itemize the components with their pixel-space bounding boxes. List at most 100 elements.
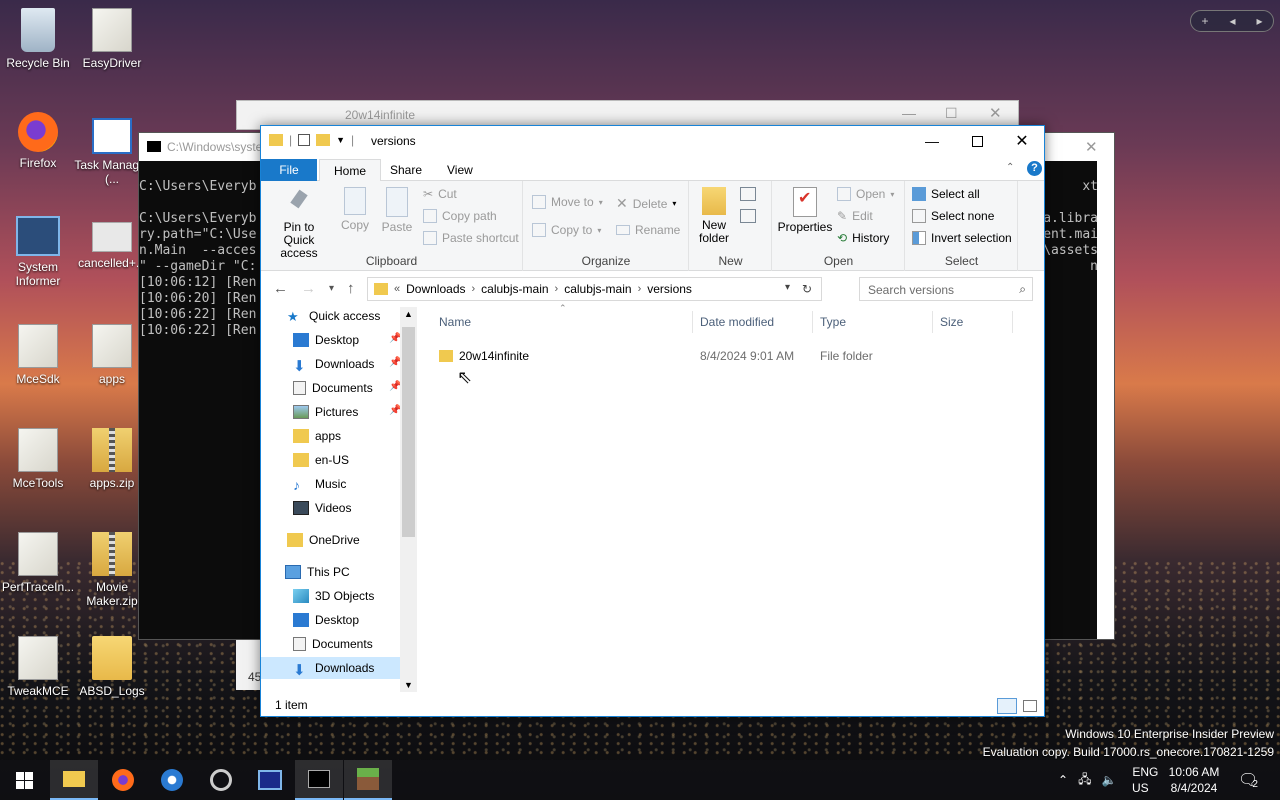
nav-documents[interactable]: Documents: [293, 377, 373, 399]
tab-share[interactable]: Share: [376, 159, 436, 181]
paste-shortcut-button[interactable]: Paste shortcut: [423, 231, 519, 245]
desktop-icon-recycle-bin[interactable]: Recycle Bin: [0, 8, 76, 70]
pin-quick-access-button[interactable]: Pin to Quick access: [267, 187, 331, 260]
chevron-right-icon[interactable]: ›: [555, 283, 559, 295]
close-button[interactable]: ✕: [999, 126, 1045, 156]
column-header-name[interactable]: Name: [439, 315, 471, 329]
breadcrumb-calubjs-main[interactable]: calubjs-main: [481, 282, 548, 296]
chevron-right-icon[interactable]: ›: [638, 283, 642, 295]
column-header-date[interactable]: Date modified: [700, 315, 774, 329]
copy-button[interactable]: Copy: [337, 187, 373, 232]
nav-en-us[interactable]: en-US: [293, 449, 349, 471]
properties-button[interactable]: ✔ Properties: [777, 187, 833, 234]
address-bar[interactable]: « Downloads › calubjs-main › calubjs-mai…: [367, 277, 822, 301]
chevron-down-icon[interactable]: ▼: [336, 135, 345, 145]
up-arrow-icon[interactable]: ↑: [347, 280, 355, 297]
forward-arrow-icon[interactable]: →: [301, 280, 316, 297]
minimize-icon[interactable]: —: [902, 105, 916, 121]
nav-documents-pc[interactable]: Documents: [293, 633, 373, 655]
language-indicator[interactable]: ENG US: [1132, 760, 1159, 800]
network-icon[interactable]: 🖧: [1078, 770, 1091, 791]
nav-downloads[interactable]: ⬇ Downloads: [293, 353, 374, 375]
new-folder-button[interactable]: New folder: [694, 187, 734, 245]
tab-home[interactable]: Home: [319, 159, 382, 182]
select-all-button[interactable]: Select all: [912, 187, 980, 201]
copy-to-button[interactable]: Copy to ▾: [532, 223, 601, 237]
column-header-size[interactable]: Size: [940, 315, 963, 329]
scrollbar-thumb[interactable]: [402, 327, 415, 537]
scroll-up-icon[interactable]: ▲: [404, 309, 413, 319]
chevron-up-icon[interactable]: ⌃: [1058, 773, 1068, 787]
open-button[interactable]: Open ▾: [837, 187, 894, 201]
column-divider[interactable]: [812, 311, 813, 333]
minimize-button[interactable]: —: [909, 126, 955, 156]
prev-desktop-icon[interactable]: ◂: [1229, 14, 1235, 28]
column-divider[interactable]: [1012, 311, 1013, 333]
desktop-icon-mcetools[interactable]: MceTools: [0, 428, 76, 490]
recent-locations-icon[interactable]: ▾: [329, 283, 334, 294]
file-explorer-window[interactable]: | ▼ | versions — ✕ File Home Share View …: [260, 125, 1045, 717]
desktop-icon-firefox[interactable]: Firefox: [0, 112, 76, 170]
tab-file[interactable]: File: [261, 159, 317, 181]
help-icon[interactable]: ?: [1027, 161, 1042, 176]
move-to-button[interactable]: Move to ▾: [532, 195, 603, 209]
chevron-down-icon[interactable]: ▾: [785, 282, 790, 293]
close-icon[interactable]: ✕: [1085, 138, 1098, 156]
new-item-icon[interactable]: [740, 187, 756, 201]
maximize-button[interactable]: [954, 126, 1000, 156]
delete-button[interactable]: ✕ Delete ▾: [616, 195, 676, 212]
next-desktop-icon[interactable]: ▸: [1256, 14, 1262, 28]
desktop-icon-absd-logs[interactable]: ABSD_Logs: [74, 636, 150, 698]
table-row[interactable]: 20w14infinite 8/4/2024 9:01 AM File fold…: [439, 345, 940, 367]
copy-path-button[interactable]: Copy path: [423, 209, 497, 223]
nav-desktop-pc[interactable]: Desktop: [293, 609, 359, 631]
history-button[interactable]: ⟲ History: [837, 231, 889, 245]
refresh-icon[interactable]: ↻: [802, 282, 812, 296]
desktop-icon-system-informer[interactable]: System Informer: [0, 216, 76, 288]
taskbar-minecraft[interactable]: [344, 760, 392, 800]
chevron-right-icon[interactable]: ›: [472, 283, 476, 295]
large-icons-view-icon[interactable]: [1023, 700, 1037, 712]
maximize-icon[interactable]: ☐: [945, 105, 958, 122]
clock[interactable]: 10:06 AM 8/4/2024: [1166, 760, 1222, 800]
edit-button[interactable]: ✎ Edit: [837, 209, 873, 223]
taskbar-command-prompt[interactable]: [295, 760, 343, 800]
nav-desktop[interactable]: Desktop: [293, 329, 359, 351]
breadcrumb-calubjs-main-2[interactable]: calubjs-main: [564, 282, 631, 296]
nav-pictures[interactable]: Pictures: [293, 401, 358, 423]
nav-onedrive[interactable]: OneDrive: [287, 529, 360, 551]
taskbar-system-informer[interactable]: [246, 760, 294, 800]
rename-button[interactable]: Rename: [616, 223, 680, 237]
new-folder-icon[interactable]: [316, 134, 331, 146]
action-center-button[interactable]: 🗨 2: [1238, 760, 1258, 800]
start-button[interactable]: [0, 760, 48, 800]
cmd-scrollbar[interactable]: [1097, 161, 1114, 639]
details-view-icon[interactable]: [997, 698, 1017, 714]
tab-view[interactable]: View: [433, 159, 487, 181]
desktop-icon-tweakmce[interactable]: TweakMCE: [0, 636, 76, 698]
close-icon[interactable]: ✕: [989, 104, 1002, 122]
volume-icon[interactable]: 🔈: [1101, 773, 1116, 787]
nav-videos[interactable]: Videos: [293, 497, 351, 519]
navigation-pane[interactable]: ★ Quick access Desktop 📌 ⬇ Downloads 📌 Doc…: [261, 307, 418, 692]
taskbar-media-player[interactable]: [148, 760, 196, 800]
breadcrumb-versions[interactable]: versions: [647, 282, 692, 296]
explorer-titlebar[interactable]: | ▼ | versions — ✕: [261, 126, 1044, 157]
taskbar-file-explorer[interactable]: [50, 760, 98, 800]
add-desktop-icon[interactable]: +: [1201, 14, 1208, 28]
back-arrow-icon[interactable]: ←: [273, 280, 288, 297]
navigation-scrollbar[interactable]: ▲ ▼: [400, 307, 417, 692]
search-input[interactable]: Search versions ⌕: [859, 277, 1033, 301]
file-list[interactable]: ⌃ Name Date modified Type Size 20w14infi…: [421, 303, 1044, 692]
paste-button[interactable]: Paste: [377, 187, 417, 234]
column-header-type[interactable]: Type: [820, 315, 846, 329]
properties-check-icon[interactable]: [298, 134, 311, 146]
taskbar-video-app[interactable]: [197, 760, 245, 800]
nav-3d-objects[interactable]: 3D Objects: [293, 585, 374, 607]
nav-music[interactable]: ♪ Music: [293, 473, 346, 495]
breadcrumb-downloads[interactable]: Downloads: [406, 282, 465, 296]
nav-quick-access[interactable]: ★ Quick access: [287, 307, 380, 327]
nav-downloads-pc[interactable]: ⬇ Downloads: [261, 657, 400, 679]
taskbar-firefox[interactable]: [99, 760, 147, 800]
nav-apps[interactable]: apps: [293, 425, 341, 447]
